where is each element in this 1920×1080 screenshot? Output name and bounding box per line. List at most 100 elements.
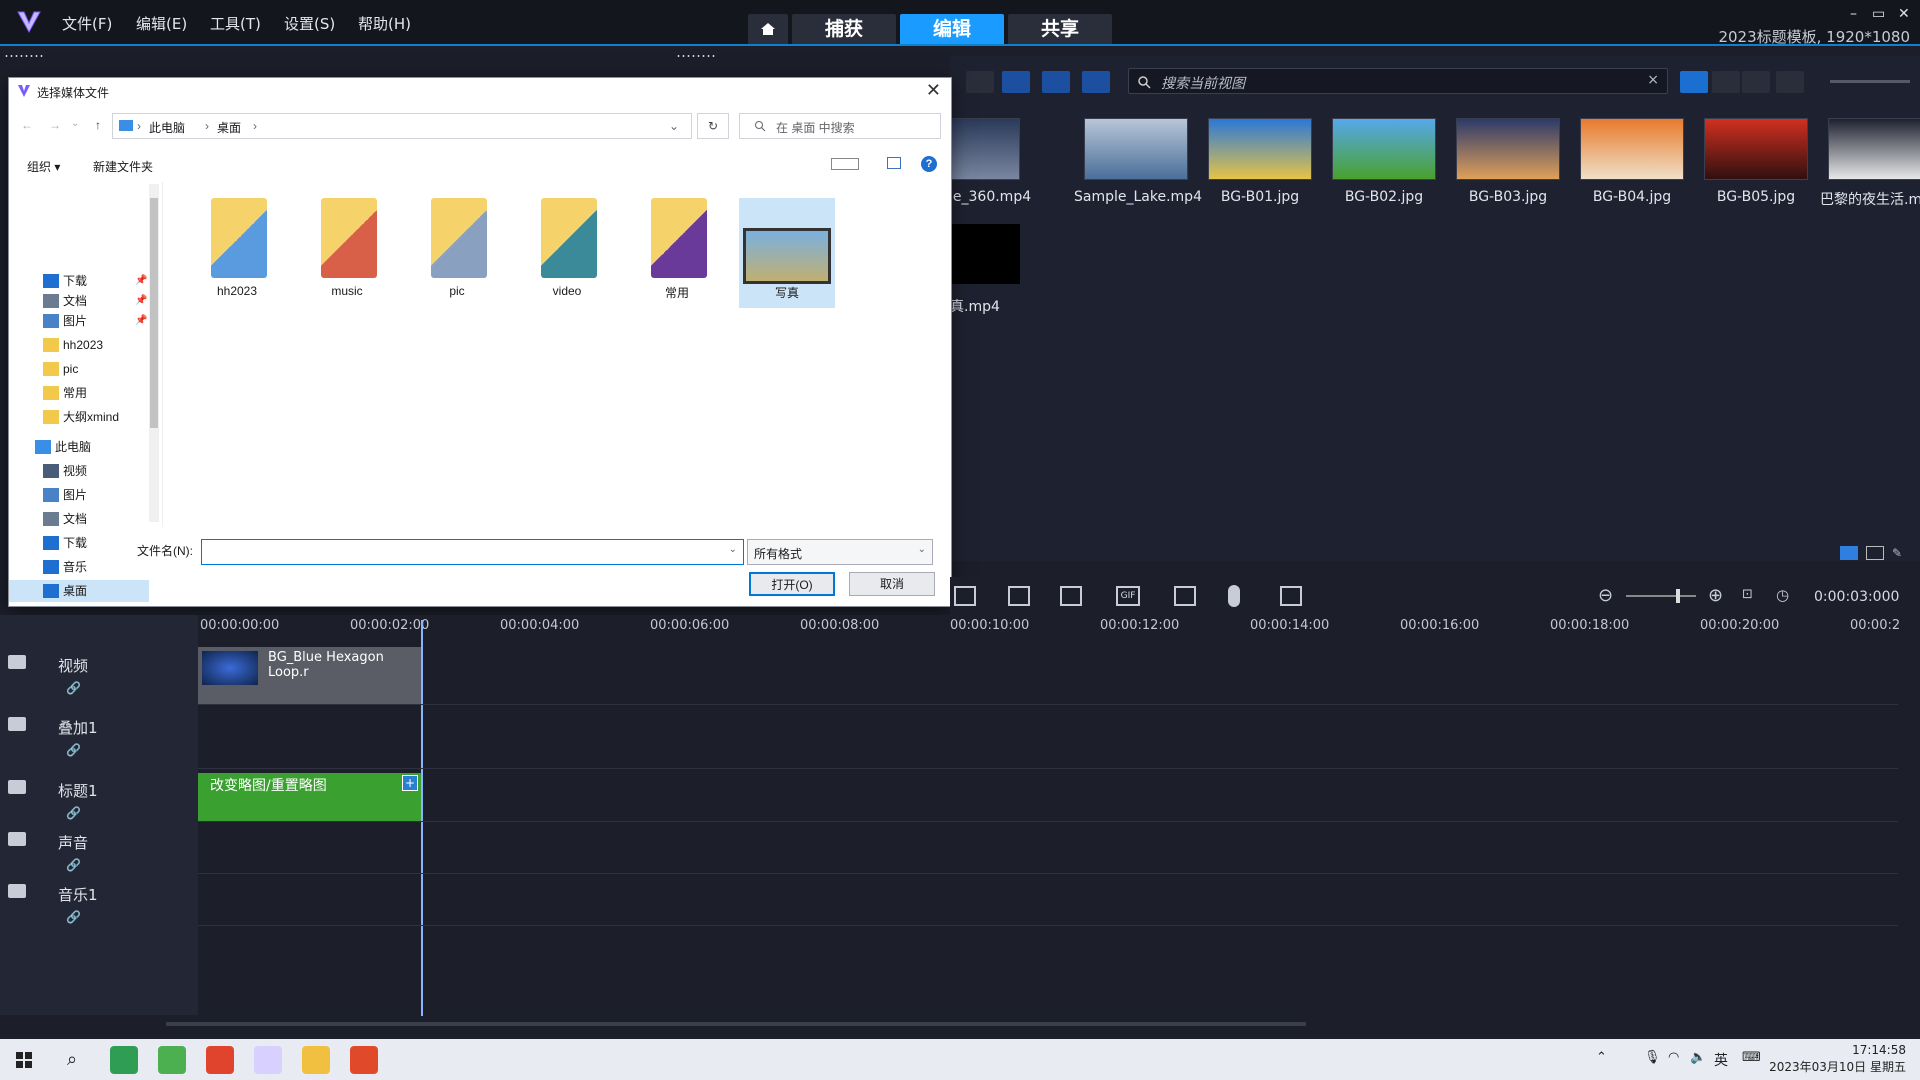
browser-icon[interactable] <box>110 1046 138 1074</box>
nav-item[interactable]: 桌面 <box>9 580 149 602</box>
nav-item[interactable]: 下载 <box>9 532 149 554</box>
gif-icon[interactable]: GIF <box>1116 586 1140 606</box>
motion-icon[interactable] <box>1008 586 1030 606</box>
zoom-out-icon[interactable]: ⊖ <box>1598 585 1613 606</box>
dialog-search-input[interactable]: 在 桌面 中搜索 <box>739 113 941 139</box>
home-button[interactable] <box>748 14 788 44</box>
edit-icon[interactable]: ✎ <box>1892 546 1908 560</box>
library-thumbnail[interactable] <box>950 118 1020 180</box>
split-view-icon[interactable] <box>1866 546 1884 560</box>
file-item[interactable]: 写真 <box>739 198 835 308</box>
sort-icon[interactable] <box>1776 71 1804 93</box>
close-app-icon[interactable]: ✕ <box>1898 6 1910 22</box>
video-editor-icon[interactable] <box>254 1046 282 1074</box>
new-folder-button[interactable]: 新建文件夹 <box>93 158 153 175</box>
chevron-down-icon[interactable]: ⌄ <box>669 119 679 133</box>
photo-filter-icon[interactable] <box>1042 71 1070 93</box>
nav-item[interactable]: pic <box>9 358 149 380</box>
breadcrumb-item[interactable]: 此电脑 <box>149 119 185 136</box>
folder-item[interactable]: music <box>299 198 395 308</box>
zoom-slider[interactable] <box>1830 80 1910 83</box>
file-explorer-icon[interactable] <box>302 1046 330 1074</box>
menu-settings[interactable]: 设置(S) <box>284 13 335 34</box>
up-icon[interactable]: ↑ <box>95 118 101 132</box>
back-icon[interactable]: ← <box>21 118 33 132</box>
library-thumbnail[interactable] <box>1332 118 1436 180</box>
clear-search-icon[interactable]: × <box>1647 72 1659 88</box>
timecode[interactable]: 0:00:03:000 <box>1814 589 1899 605</box>
forward-icon[interactable]: → <box>49 118 61 132</box>
app-icon[interactable] <box>158 1046 186 1074</box>
link-icon[interactable]: 🔗 <box>66 806 81 820</box>
folder-item[interactable]: 常用 <box>629 198 725 308</box>
track-row[interactable] <box>198 822 1898 874</box>
chevron-down-icon[interactable]: ⌄ <box>71 118 79 129</box>
restore-icon[interactable]: ▭ <box>1872 6 1885 22</box>
microphone-icon[interactable]: 🎙 <box>1644 1050 1661 1065</box>
list-view-icon[interactable] <box>1712 71 1740 93</box>
library-thumbnail[interactable] <box>1084 118 1188 180</box>
audio-filter-icon[interactable] <box>1082 71 1110 93</box>
library-thumbnail[interactable] <box>1580 118 1684 180</box>
folder-item[interactable]: hh2023 <box>189 198 285 308</box>
nav-scrollbar[interactable] <box>149 184 159 522</box>
nav-item[interactable]: 大纲xmind <box>9 406 149 428</box>
nav-item[interactable]: 音乐 <box>9 556 149 578</box>
chevron-down-icon[interactable]: ⌄ <box>918 544 926 555</box>
microphone-icon[interactable] <box>1228 585 1240 607</box>
nav-item[interactable]: 此电脑 <box>9 436 149 458</box>
menu-tools[interactable]: 工具(T) <box>210 13 261 34</box>
nav-item[interactable]: 下载 📌 <box>9 270 149 292</box>
nav-item[interactable]: 文档 📌 <box>9 290 149 312</box>
track-row[interactable] <box>198 707 1898 769</box>
preview-pane-icon[interactable] <box>887 157 901 169</box>
menu-edit[interactable]: 编辑(E) <box>136 13 187 34</box>
link-icon[interactable]: 🔗 <box>66 910 81 924</box>
tray-chevron-icon[interactable]: ⌃ <box>1596 1050 1607 1065</box>
open-button[interactable]: 打开(O) <box>749 572 835 596</box>
tab-capture[interactable]: 捕获 <box>792 14 896 44</box>
mask-icon[interactable] <box>1060 586 1082 606</box>
timeline-scrollbar[interactable] <box>166 1022 1306 1026</box>
app-icon[interactable] <box>350 1046 378 1074</box>
storyboard-view-icon[interactable] <box>1840 546 1858 560</box>
nav-item[interactable]: 图片 📌 <box>9 310 149 332</box>
drag-handle[interactable] <box>4 54 44 58</box>
menu-file[interactable]: 文件(F) <box>62 13 112 34</box>
track-row[interactable] <box>198 770 1898 822</box>
tab-share[interactable]: 共享 <box>1008 14 1112 44</box>
settings-icon[interactable] <box>966 71 994 93</box>
link-icon[interactable]: 🔗 <box>66 743 81 757</box>
link-icon[interactable]: 🔗 <box>66 858 81 872</box>
filetype-select[interactable]: 所有格式 ⌄ <box>747 539 933 565</box>
library-thumbnail[interactable] <box>1704 118 1808 180</box>
app-icon[interactable] <box>206 1046 234 1074</box>
ime-indicator[interactable]: 英 <box>1714 1050 1728 1070</box>
track-row[interactable] <box>198 645 1898 705</box>
view-options-icon[interactable] <box>831 158 859 170</box>
search-icon[interactable]: ⌕ <box>58 1046 86 1074</box>
library-thumbnail[interactable] <box>1456 118 1560 180</box>
nav-item[interactable]: 视频 <box>9 460 149 482</box>
grid-view-icon[interactable] <box>1742 71 1770 93</box>
network-icon[interactable]: ◠ <box>1668 1050 1679 1065</box>
start-icon[interactable] <box>10 1046 38 1074</box>
filename-input[interactable]: ⌄ <box>201 539 744 565</box>
auto-music-icon[interactable] <box>1280 586 1302 606</box>
chevron-down-icon[interactable]: ⌄ <box>729 544 737 555</box>
video-filter-icon[interactable] <box>1002 71 1030 93</box>
menu-help[interactable]: 帮助(H) <box>358 13 411 34</box>
link-icon[interactable]: 🔗 <box>66 681 81 695</box>
thumbnail-view-icon[interactable] <box>1680 71 1708 93</box>
library-search-input[interactable]: 搜索当前视图 × <box>1128 68 1668 94</box>
library-thumbnail[interactable] <box>950 224 1020 284</box>
minimize-icon[interactable]: – <box>1850 6 1857 22</box>
nav-item[interactable]: 常用 <box>9 382 149 404</box>
fit-icon[interactable] <box>954 586 976 606</box>
breadcrumb-item[interactable]: 桌面 <box>217 119 241 136</box>
library-thumbnail[interactable] <box>1208 118 1312 180</box>
nav-item[interactable]: hh2023 <box>9 334 149 356</box>
address-bar[interactable]: › 此电脑 › 桌面 › ⌄ <box>112 113 692 139</box>
nav-item[interactable]: 文档 <box>9 508 149 530</box>
nav-item[interactable]: 图片 <box>9 484 149 506</box>
